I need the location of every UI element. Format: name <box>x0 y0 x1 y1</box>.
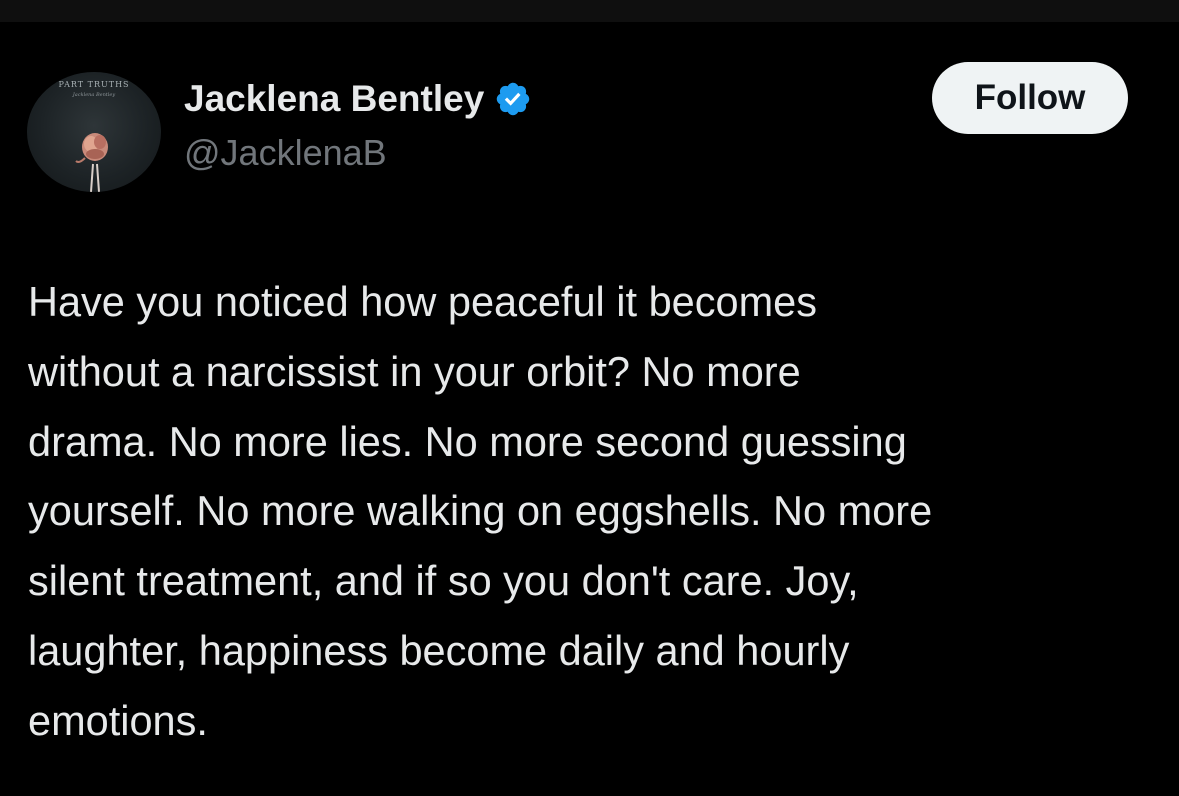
tweet-card: PART TRUTHS Jacklena Bentley Jacklena Be… <box>0 22 1179 796</box>
rose-image <box>75 133 108 192</box>
avatar-subtitle: Jacklena Bentley <box>72 92 116 98</box>
top-strip <box>0 0 1179 22</box>
avatar-title: PART TRUTHS <box>58 80 130 89</box>
author-handle[interactable]: @JacklenaB <box>184 131 387 175</box>
verified-badge-icon[interactable] <box>494 80 532 118</box>
author-display-name[interactable]: Jacklena Bentley <box>184 77 484 121</box>
tweet-text: Have you noticed how peaceful it becomes… <box>28 278 933 744</box>
author-name-row: Jacklena Bentley <box>184 77 532 121</box>
follow-button[interactable]: Follow <box>932 62 1128 134</box>
avatar[interactable]: PART TRUTHS Jacklena Bentley <box>27 72 161 192</box>
